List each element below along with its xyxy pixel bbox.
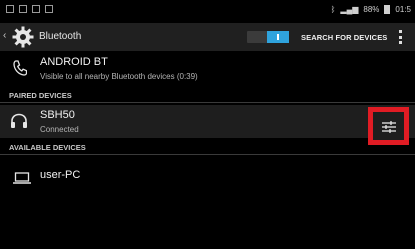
paired-devices-header: PAIRED DEVICES (0, 91, 415, 103)
paired-device-status: Connected (40, 125, 79, 134)
notification-icons (0, 5, 53, 13)
signal-icon: ▂▄▆ (340, 4, 359, 14)
notification-icon (6, 5, 14, 13)
this-device-row[interactable]: ANDROID BT Visible to all nearby Bluetoo… (0, 55, 415, 87)
toggle-thumb (267, 31, 289, 43)
equalizer-settings-icon (382, 121, 396, 133)
notification-icon (32, 5, 40, 13)
available-devices-header: AVAILABLE DEVICES (0, 143, 415, 155)
headphones-icon (11, 113, 27, 128)
device-settings-button[interactable] (368, 107, 409, 145)
visibility-status: Visible to all nearby Bluetooth devices … (40, 72, 198, 81)
back-caret-icon[interactable]: ‹ (3, 30, 6, 41)
usb-icon (45, 5, 53, 13)
paired-device-name: SBH50 (40, 109, 75, 121)
available-device-row[interactable]: user-PC (0, 163, 415, 191)
bluetooth-status-icon: ᛒ (330, 4, 336, 14)
search-for-devices-button[interactable]: SEARCH FOR DEVICES (301, 33, 387, 42)
overflow-menu-icon[interactable] (399, 30, 403, 44)
paired-device-row[interactable]: SBH50 Connected (0, 105, 415, 145)
status-bar: ᛒ ▂▄▆ 88% 01:5 (0, 0, 415, 18)
laptop-icon (13, 172, 31, 184)
phone-icon (13, 60, 27, 76)
settings-gear-icon[interactable] (11, 25, 35, 49)
notification-icon (19, 5, 27, 13)
page-title: Bluetooth (39, 31, 82, 42)
device-name: ANDROID BT (40, 56, 108, 68)
bluetooth-toggle[interactable] (247, 31, 289, 43)
available-device-name: user-PC (40, 169, 81, 181)
battery-icon (384, 4, 391, 14)
clock: 01:5 (395, 4, 411, 14)
action-bar: ‹ Bluetooth SEARCH FOR DEVICES (0, 23, 415, 51)
battery-percent: 88% (363, 4, 380, 14)
status-right: ᛒ ▂▄▆ 88% 01:5 (331, 0, 411, 18)
